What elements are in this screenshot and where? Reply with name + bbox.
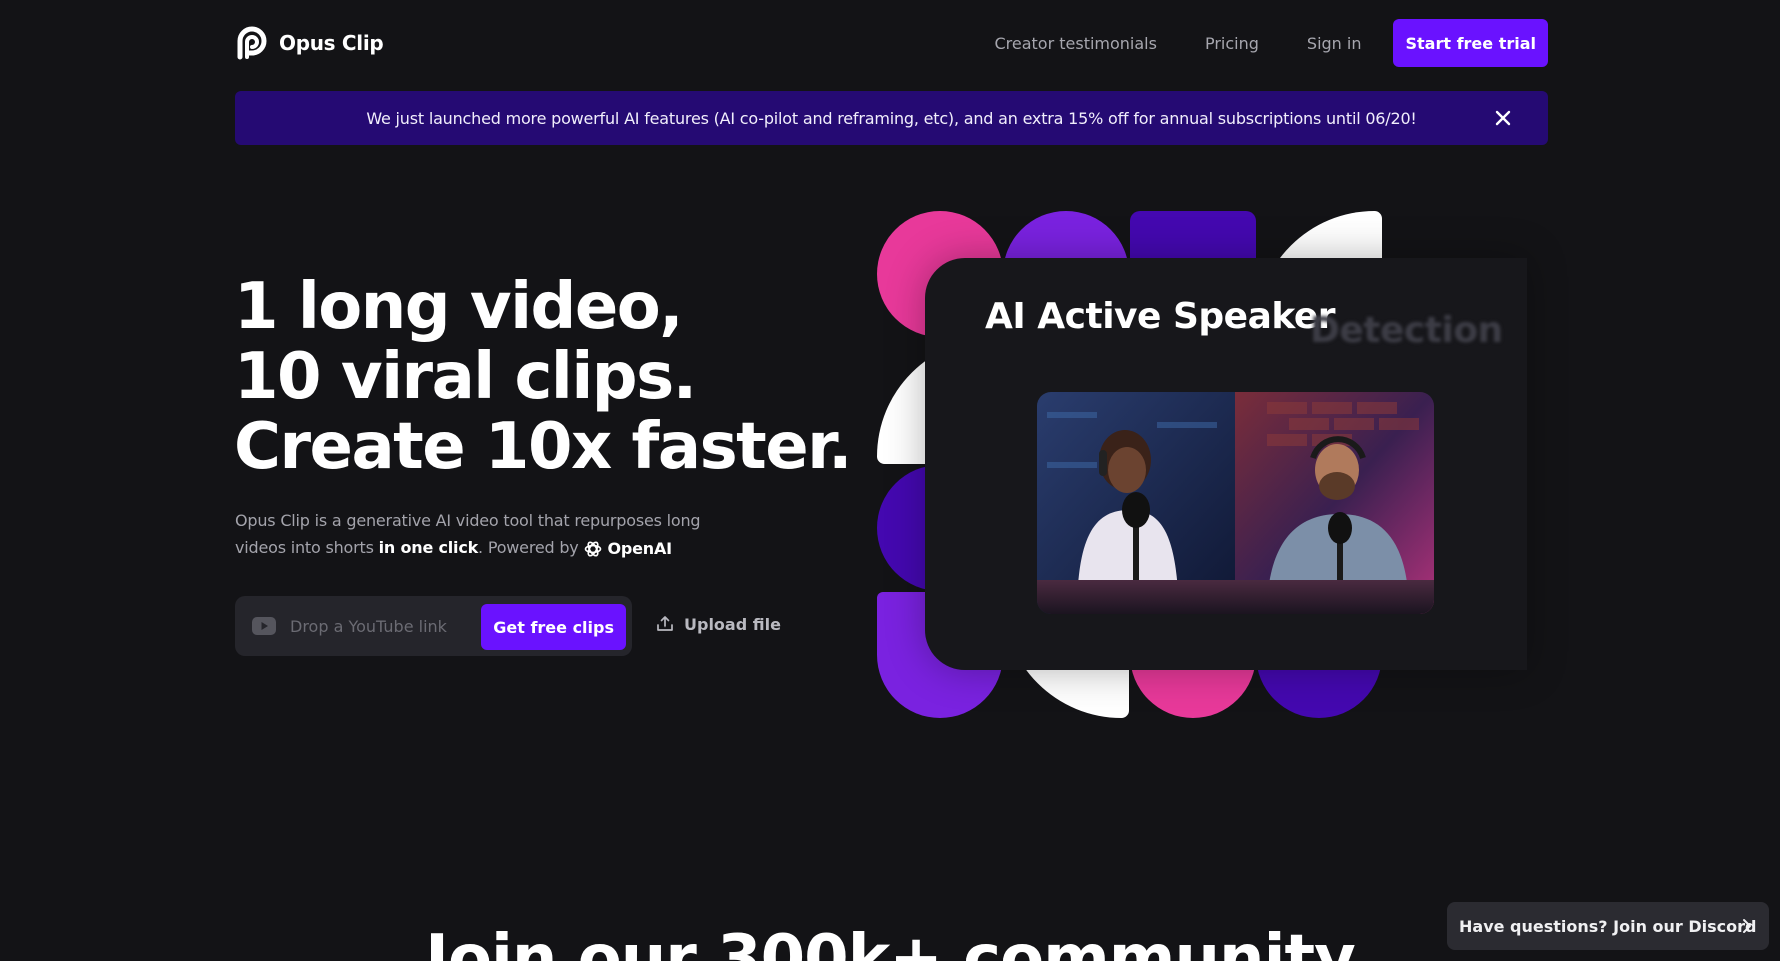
nav-link-pricing[interactable]: Pricing <box>1205 34 1259 53</box>
nav-link-sign-in[interactable]: Sign in <box>1307 34 1362 53</box>
banner-text: We just launched more powerful AI featur… <box>366 108 1417 128</box>
hero-desc-part-2: . Powered by <box>478 538 584 557</box>
hero-title-line-1: 1 long video, <box>234 270 684 344</box>
hero-description: Opus Clip is a generative AI video tool … <box>235 507 755 562</box>
start-free-trial-button[interactable]: Start free trial <box>1393 19 1548 67</box>
feature-card-title: AI Active Speaker <box>985 296 1336 337</box>
logo[interactable]: Opus Clip <box>235 26 384 60</box>
feature-card: AI Active Speaker Detection <box>925 258 1527 670</box>
top-nav: Opus Clip Creator testimonials Pricing S… <box>235 19 1548 67</box>
hero-title-line-2: 10 viral clips. <box>234 340 697 414</box>
nav-links: Creator testimonials Pricing Sign in Sta… <box>994 19 1548 67</box>
discord-help-label: Have questions? Join our Discord <box>1459 916 1757 936</box>
announcement-banner: We just launched more powerful AI featur… <box>235 91 1548 145</box>
hero-title: 1 long video, 10 viral clips. Create 10x… <box>234 270 852 484</box>
upload-file-label: Upload file <box>684 614 781 634</box>
upload-icon <box>657 616 673 631</box>
upload-file-button[interactable]: Upload file <box>655 614 781 634</box>
youtube-icon <box>252 617 276 635</box>
podcast-video-thumbnail <box>1037 392 1434 614</box>
openai-label: OpenAI <box>607 539 672 558</box>
discord-help-button[interactable]: Have questions? Join our Discord <box>1447 902 1769 950</box>
youtube-link-bar: Get free clips <box>235 596 632 656</box>
hero-title-line-3: Create 10x faster. <box>234 410 852 484</box>
close-icon[interactable] <box>1492 107 1514 129</box>
chevron-right-icon <box>1743 919 1751 933</box>
hero-desc-bold: in one click <box>378 538 479 557</box>
opus-logo-icon <box>237 26 267 60</box>
openai-icon <box>585 540 602 557</box>
nav-link-creator-testimonials[interactable]: Creator testimonials <box>994 34 1157 53</box>
youtube-link-input[interactable] <box>290 611 490 641</box>
feature-card-next-title: Detection <box>1310 310 1503 351</box>
openai-logo: OpenAI <box>583 535 672 562</box>
podcast-scene-image <box>1037 392 1434 614</box>
logo-text: Opus Clip <box>279 31 384 55</box>
get-free-clips-button[interactable]: Get free clips <box>481 604 626 650</box>
